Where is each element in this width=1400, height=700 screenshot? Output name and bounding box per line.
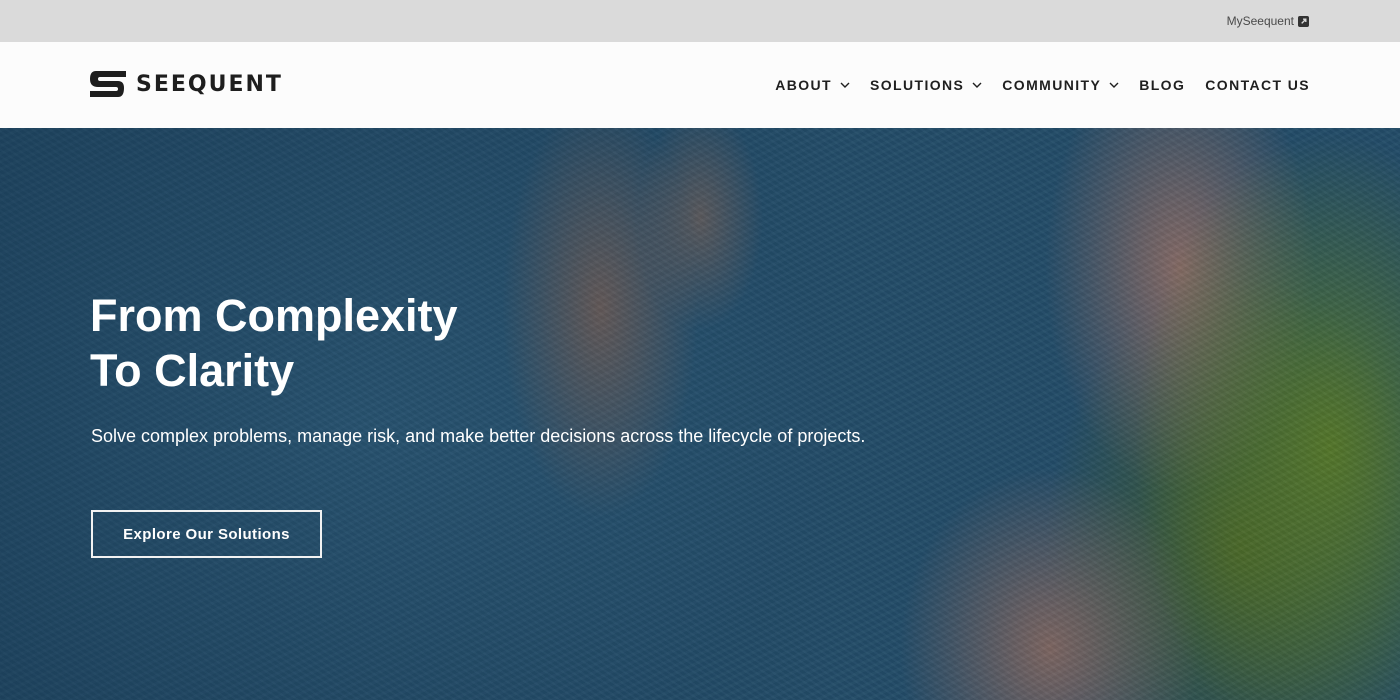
myseequent-link[interactable]: MySeequent xyxy=(1227,14,1309,28)
nav-item-label: BLOG xyxy=(1139,77,1186,93)
explore-solutions-button[interactable]: Explore Our Solutions xyxy=(91,510,322,558)
utility-bar: MySeequent xyxy=(0,0,1400,42)
chevron-down-icon xyxy=(840,82,850,88)
nav-item-label: COMMUNITY xyxy=(1002,77,1102,93)
main-nav: ABOUT SOLUTIONS COMMUNITY BLOG CONTACT U… xyxy=(775,42,1310,128)
hero-title: From Complexity To Clarity xyxy=(90,290,458,396)
logo-wordmark: SEEQUENT xyxy=(136,71,283,97)
nav-item-community[interactable]: COMMUNITY xyxy=(1002,77,1119,93)
myseequent-label: MySeequent xyxy=(1226,14,1294,28)
site-header: SEEQUENT ABOUT SOLUTIONS COMMUNITY BLOG … xyxy=(0,42,1400,128)
chevron-down-icon xyxy=(1109,82,1119,88)
nav-item-about[interactable]: ABOUT xyxy=(775,77,850,93)
nav-item-contact-us[interactable]: CONTACT US xyxy=(1205,77,1310,93)
nav-item-solutions[interactable]: SOLUTIONS xyxy=(870,77,982,93)
external-link-icon xyxy=(1298,15,1309,27)
nav-item-label: SOLUTIONS xyxy=(870,77,965,93)
hero-subtitle: Solve complex problems, manage risk, and… xyxy=(91,426,866,446)
chevron-down-icon xyxy=(972,82,982,88)
nav-item-label: ABOUT xyxy=(775,77,832,93)
hero-overlay xyxy=(0,128,1400,700)
seequent-logo[interactable]: SEEQUENT xyxy=(90,69,283,99)
hero-section: From Complexity To Clarity Solve complex… xyxy=(0,128,1400,700)
seequent-logo-icon xyxy=(90,71,126,97)
nav-item-blog[interactable]: BLOG xyxy=(1139,77,1185,93)
nav-item-label: CONTACT US xyxy=(1205,77,1310,93)
